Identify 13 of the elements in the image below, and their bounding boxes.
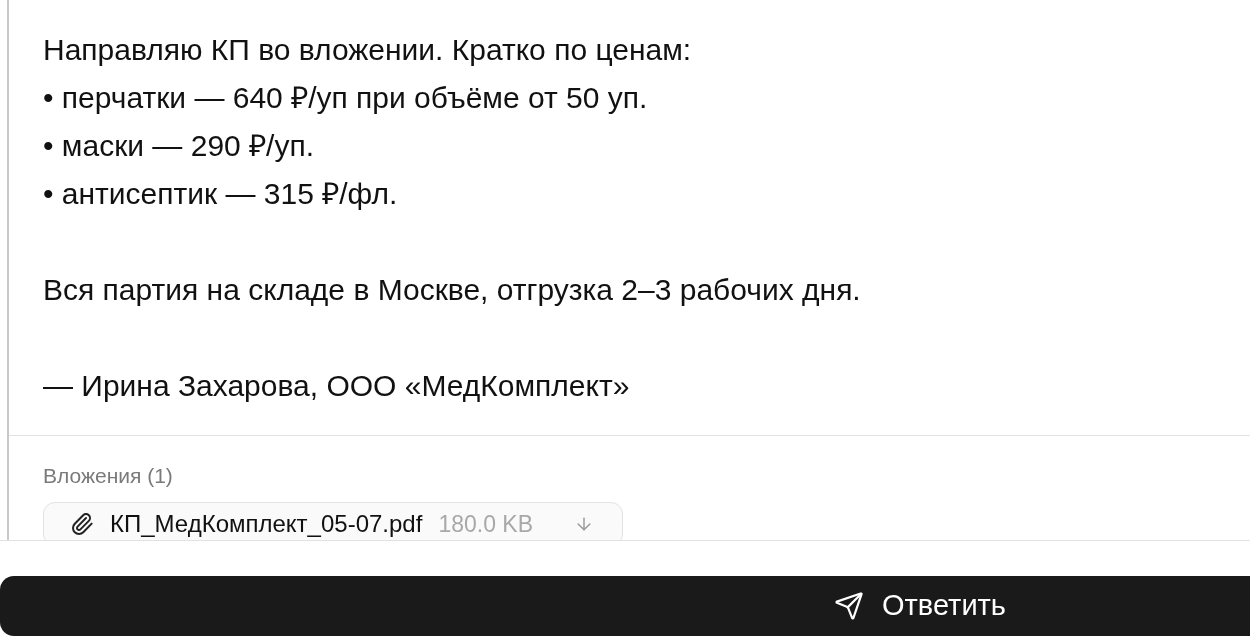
price-list-item: • антисептик — 315 ₽/фл. — [43, 176, 398, 212]
attachments-heading: Вложения (1) — [43, 464, 173, 488]
signature-text: — Ирина Захарова, ООО «МедКомплект» — [43, 368, 630, 404]
attachment-name: КП_МедКомплект_05-07.pdf — [110, 511, 423, 537]
paperclip-icon — [70, 512, 94, 536]
message-text: Направляю КП во вложении. Кратко по ценам: — [43, 32, 692, 68]
price-list-item: • перчатки — 640 ₽/уп при объёме от 50 уп. — [43, 80, 648, 116]
attachment-chip[interactable]: КП_МедКомплект_05-07.pdf 180.0 KB — [43, 502, 623, 540]
message-text: Вся партия на складе в Москве, отгрузка 2–3 рабочих дня. — [43, 272, 861, 308]
price-list-item: • маски — 290 ₽/уп. — [43, 128, 314, 164]
reply-button[interactable]: Ответить — [0, 576, 1250, 636]
attachment-size: 180.0 KB — [438, 511, 533, 537]
send-icon — [834, 591, 864, 621]
